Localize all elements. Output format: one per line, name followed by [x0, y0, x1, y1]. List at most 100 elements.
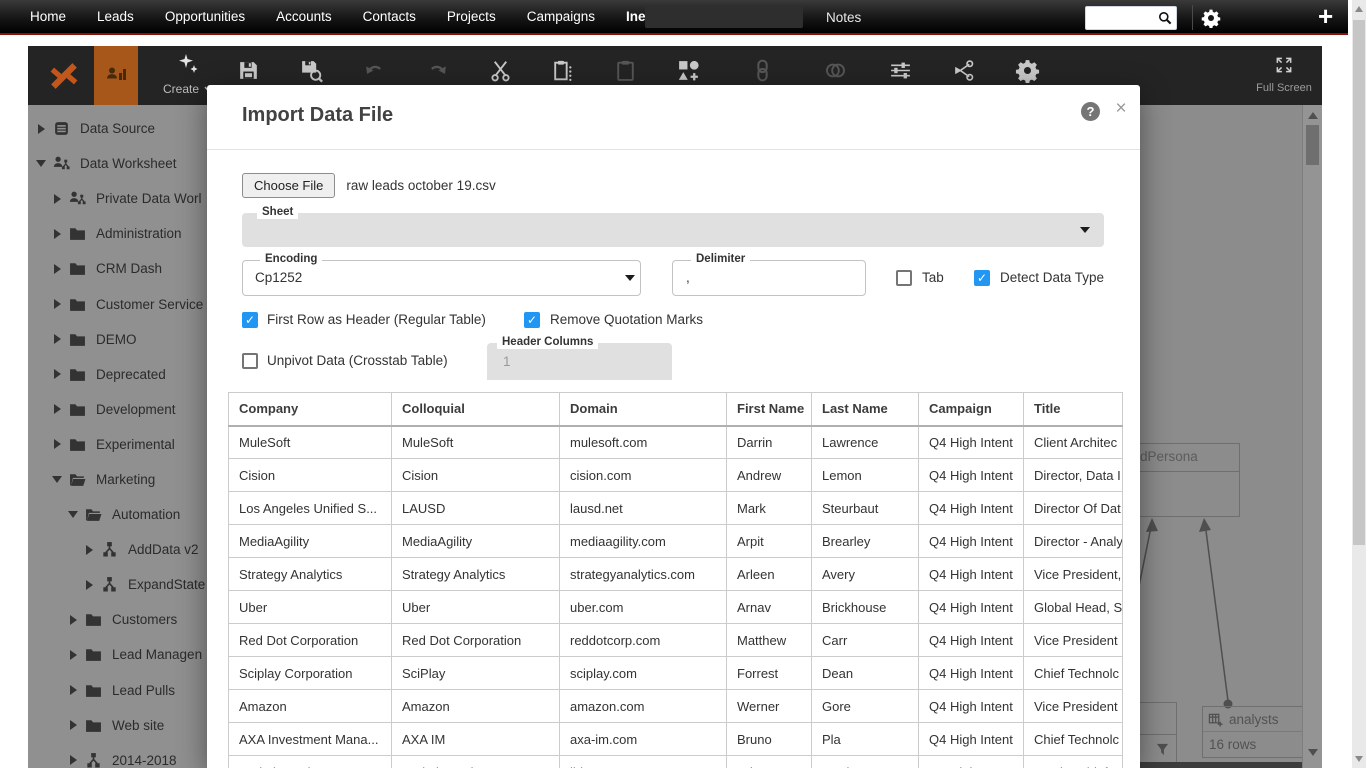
- table-cell: cision.com: [559, 458, 727, 492]
- browser-scrollbar-thumb[interactable]: [1353, 20, 1365, 545]
- share-icon[interactable]: [950, 57, 976, 83]
- dialog-title: Import Data File: [242, 104, 394, 126]
- tree-item-data-source[interactable]: Data Source: [28, 111, 209, 146]
- tree-collapse-icon[interactable]: [52, 193, 62, 204]
- detect-data-type-label: Detect Data Type: [1000, 270, 1105, 285]
- tree-collapse-icon[interactable]: [68, 720, 78, 731]
- table-cell: Chief Technolc: [1023, 656, 1123, 690]
- scroll-down-icon[interactable]: [1355, 756, 1363, 762]
- persona-node[interactable]: dPersona: [1135, 443, 1240, 517]
- detect-data-type-checkbox[interactable]: ✓: [974, 270, 990, 286]
- help-icon[interactable]: ?: [1081, 102, 1100, 121]
- nav-item-home[interactable]: Home: [30, 9, 66, 24]
- tree-collapse-icon[interactable]: [68, 755, 78, 766]
- browser-scrollbar[interactable]: [1352, 0, 1366, 768]
- save-icon[interactable]: [235, 57, 261, 83]
- tree-expand-icon[interactable]: [68, 511, 78, 519]
- scroll-up-icon[interactable]: [1308, 112, 1318, 119]
- table-cell: Werner: [726, 689, 812, 723]
- branch-icon: [101, 541, 118, 558]
- close-icon[interactable]: ×: [1110, 98, 1132, 120]
- person-branch-icon: [53, 155, 70, 172]
- save-as-icon[interactable]: [298, 57, 324, 83]
- tree-item-customer-service[interactable]: Customer Service: [28, 286, 209, 321]
- tree-collapse-icon[interactable]: [36, 123, 46, 134]
- sheet-caret-icon[interactable]: [1080, 227, 1090, 233]
- column-header-campaign: Campaign: [918, 392, 1024, 427]
- tree-collapse-icon[interactable]: [52, 334, 62, 345]
- scroll-down-icon[interactable]: [1308, 749, 1318, 756]
- cut-icon[interactable]: [487, 57, 513, 83]
- tree-collapse-icon[interactable]: [84, 544, 94, 555]
- active-worksheet-button[interactable]: [94, 46, 138, 105]
- table-cell: Tarzia: [811, 755, 919, 768]
- tree-item-lead-managen[interactable]: Lead Managen: [28, 637, 209, 672]
- first-row-header-checkbox[interactable]: ✓: [242, 312, 258, 328]
- sheet-select[interactable]: [242, 213, 1104, 247]
- folder-icon: [69, 366, 86, 383]
- tree-item-private-data-worl[interactable]: Private Data Worl: [28, 181, 209, 216]
- analysts-node[interactable]: analysts 16 rows: [1202, 706, 1318, 758]
- nav-add-icon[interactable]: +: [1318, 1, 1333, 31]
- paste-special-icon[interactable]: [549, 57, 575, 83]
- tree-collapse-icon[interactable]: [84, 579, 94, 590]
- tree-item-deprecated[interactable]: Deprecated: [28, 357, 209, 392]
- remove-quotes-checkbox[interactable]: ✓: [524, 312, 540, 328]
- nav-item-projects[interactable]: Projects: [447, 9, 496, 24]
- table-row: Uber Uber uber.com Arnav Brickhouse Q4 High I…: [228, 590, 1123, 624]
- nav-empty-field[interactable]: [645, 6, 803, 28]
- tree-item-administration[interactable]: Administration: [28, 216, 209, 251]
- scroll-up-icon[interactable]: [1355, 6, 1363, 12]
- table-cell: Q4 High Intent: [918, 425, 1024, 459]
- tree-item-experimental[interactable]: Experimental: [28, 427, 209, 462]
- tree-item-automation[interactable]: Automation: [28, 497, 209, 532]
- nav-item-campaigns[interactable]: Campaigns: [527, 9, 595, 24]
- table-cell: Darrin: [726, 425, 812, 459]
- unpivot-checkbox[interactable]: [242, 353, 258, 369]
- search-input[interactable]: [1086, 9, 1157, 27]
- file-picker-row: Choose File raw leads october 19.csv: [242, 173, 496, 198]
- table-cell: mulesoft.com: [559, 425, 727, 459]
- table-cell: Q4 High Intent: [918, 557, 1024, 591]
- tree-collapse-icon[interactable]: [68, 649, 78, 660]
- tree-item-marketing[interactable]: Marketing: [28, 462, 209, 497]
- canvas-scrollbar-thumb[interactable]: [1306, 125, 1319, 165]
- nav-item-leads[interactable]: Leads: [97, 9, 134, 24]
- tree-collapse-icon[interactable]: [52, 404, 62, 415]
- tree-item-web-site[interactable]: Web site: [28, 708, 209, 743]
- tree-item-2014-2018[interactable]: 2014-2018: [28, 743, 209, 768]
- tree-item-label: Marketing: [96, 471, 156, 487]
- tree-item-data-worksheet[interactable]: Data Worksheet: [28, 146, 209, 181]
- settings-icon[interactable]: [1014, 57, 1040, 83]
- tree-collapse-icon[interactable]: [68, 614, 78, 625]
- conditions-icon[interactable]: [887, 57, 913, 83]
- tree-collapse-icon[interactable]: [52, 299, 62, 310]
- tree-collapse-icon[interactable]: [52, 228, 62, 239]
- nav-item-notes[interactable]: Notes: [826, 10, 861, 25]
- tree-collapse-icon[interactable]: [52, 369, 62, 380]
- tree-item-lead-pulls[interactable]: Lead Pulls: [28, 673, 209, 708]
- nav-item-accounts[interactable]: Accounts: [276, 9, 332, 24]
- tree-expand-icon[interactable]: [36, 160, 46, 168]
- encoding-caret-icon[interactable]: [625, 275, 635, 281]
- nav-settings-gear-icon[interactable]: [1201, 8, 1221, 29]
- full-screen-button[interactable]: Full Screen: [1250, 46, 1318, 105]
- tree-item-adddata-v2[interactable]: AddData v2: [28, 532, 209, 567]
- insert-objects-icon[interactable]: [675, 57, 701, 83]
- tree-collapse-icon[interactable]: [52, 439, 62, 450]
- inetsoft-logo-icon[interactable]: [36, 46, 92, 105]
- tree-item-customers[interactable]: Customers: [28, 602, 209, 637]
- choose-file-button[interactable]: Choose File: [242, 173, 336, 198]
- nav-item-opportunities[interactable]: Opportunities: [165, 9, 245, 24]
- nav-item-contacts[interactable]: Contacts: [363, 9, 416, 24]
- tree-item-expandstate[interactable]: ExpandState: [28, 567, 209, 602]
- canvas-scrollbar[interactable]: [1302, 105, 1322, 768]
- search-box[interactable]: [1085, 6, 1177, 30]
- tree-expand-icon[interactable]: [52, 475, 62, 483]
- tree-collapse-icon[interactable]: [52, 263, 62, 274]
- tree-item-development[interactable]: Development: [28, 392, 209, 427]
- tree-collapse-icon[interactable]: [68, 685, 78, 696]
- tree-item-demo[interactable]: DEMO: [28, 322, 209, 357]
- tab-checkbox[interactable]: [896, 270, 912, 286]
- tree-item-crm-dash[interactable]: CRM Dash: [28, 251, 209, 286]
